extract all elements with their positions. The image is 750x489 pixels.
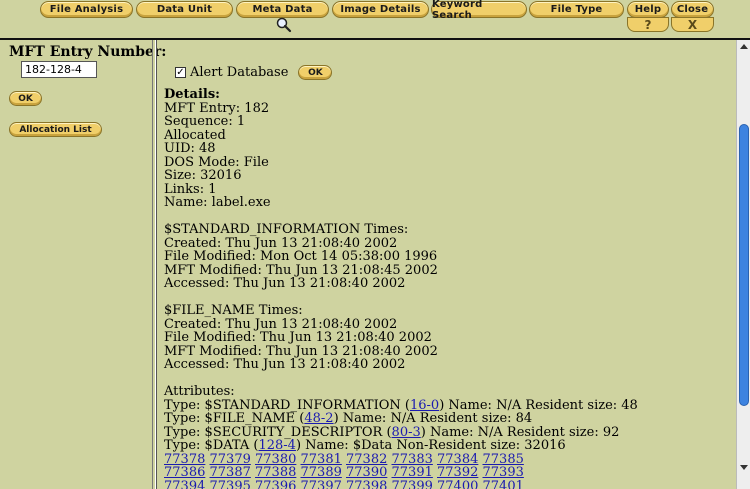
alert-database-label: Alert Database (190, 65, 289, 80)
help-icon[interactable]: ? (627, 17, 669, 32)
cluster-link[interactable]: 77399 (392, 479, 433, 489)
time-line: MFT Modified: Thu Jun 13 21:08:40 2002 (164, 343, 438, 359)
metadata-text: Details: MFT Entry: 182 Sequence: 1 Allo… (164, 88, 638, 489)
detail-line: Sequence: 1 (164, 114, 246, 129)
scrollbar-thumb[interactable] (739, 124, 749, 406)
cluster-link[interactable]: 77397 (301, 479, 342, 489)
alert-database-row: ✓ Alert Database OK (175, 65, 333, 80)
tab-file-analysis[interactable]: File Analysis (40, 1, 133, 18)
tab-file-type[interactable]: File Type (529, 1, 624, 18)
cluster-link[interactable]: 77401 (483, 479, 524, 489)
cluster-link[interactable]: 77394 (164, 479, 205, 489)
time-line: Created: Thu Jun 13 21:08:40 2002 (164, 316, 398, 332)
tab-keyword-search[interactable]: Keyword Search (431, 0, 527, 21)
mft-entry-label: MFT Entry Number: (9, 44, 167, 60)
tab-close[interactable]: Close (671, 1, 714, 18)
allocation-list-button[interactable]: Allocation List (9, 122, 102, 137)
detail-line: Size: 32016 (164, 168, 242, 183)
cluster-link[interactable]: 77400 (437, 479, 478, 489)
detail-line: DOS Mode: File (164, 154, 269, 170)
detail-line: Allocated (164, 127, 226, 143)
tab-image-details[interactable]: Image Details (332, 1, 429, 18)
cluster-row: 77386 77387 77388 77389 77390 77391 7739… (164, 466, 638, 480)
attribute-row: Type: $SECURITY_DESCRIPTOR (80-3) Name: … (164, 425, 638, 440)
cluster-list: 77378 77379 77380 77381 77382 77383 7738… (164, 452, 638, 489)
mft-entry-input[interactable] (21, 61, 97, 78)
details-panel: ✓ Alert Database OK Details: MFT Entry: … (156, 40, 736, 489)
time-line: Created: Thu Jun 13 21:08:40 2002 (164, 235, 398, 251)
tab-data-unit[interactable]: Data Unit (136, 1, 233, 18)
time-line: Accessed: Thu Jun 13 21:08:40 2002 (164, 357, 406, 372)
tab-help[interactable]: Help (627, 1, 669, 18)
scroll-down-arrow-icon[interactable] (737, 460, 750, 474)
left-panel: MFT Entry Number: OK Allocation List (0, 40, 166, 489)
vertical-scrollbar[interactable] (736, 40, 750, 489)
cluster-link[interactable]: 77398 (346, 479, 387, 489)
detail-line: MFT Entry: 182 (164, 100, 270, 116)
cluster-row: 77378 77379 77380 77381 77382 77383 7738… (164, 452, 638, 467)
details-heading: Details: (164, 87, 220, 102)
attribute-row: Type: $DATA (128-4) Name: $Data Non-Resi… (164, 439, 638, 453)
detail-line: Name: label.exe (164, 195, 271, 210)
top-toolbar: File Analysis Data Unit Meta Data Image … (0, 0, 750, 40)
attribute-row: Type: $STANDARD_INFORMATION (16-0) Name:… (164, 398, 638, 413)
detail-line: Links: 1 (164, 181, 217, 197)
file-name-heading: $FILE_NAME Times: (164, 303, 303, 318)
time-line: File Modified: Mon Oct 14 05:38:00 1996 (164, 249, 438, 264)
time-line: File Modified: Thu Jun 13 21:08:40 2002 (164, 330, 432, 345)
time-line: Accessed: Thu Jun 13 21:08:40 2002 (164, 276, 406, 291)
attribute-row: Type: $FILE_NAME (48-2) Name: N/A Reside… (164, 412, 638, 426)
alert-ok-button[interactable]: OK (298, 65, 333, 80)
std-info-heading: $STANDARD_INFORMATION Times: (164, 222, 409, 237)
alert-database-checkbox[interactable]: ✓ (175, 67, 186, 78)
time-line: MFT Modified: Thu Jun 13 21:08:45 2002 (164, 262, 438, 278)
magnifier-icon (276, 17, 292, 33)
detail-line: UID: 48 (164, 141, 216, 156)
ok-button[interactable]: OK (9, 91, 42, 106)
cluster-link[interactable]: 77395 (210, 479, 251, 489)
attributes-heading: Attributes: (164, 384, 235, 399)
cluster-link[interactable]: 77396 (255, 479, 296, 489)
cluster-row: 77394 77395 77396 77397 77398 77399 7740… (164, 479, 638, 489)
tab-meta-data[interactable]: Meta Data (236, 1, 329, 18)
close-icon[interactable]: X (671, 17, 714, 32)
scroll-up-arrow-icon[interactable] (737, 40, 750, 54)
